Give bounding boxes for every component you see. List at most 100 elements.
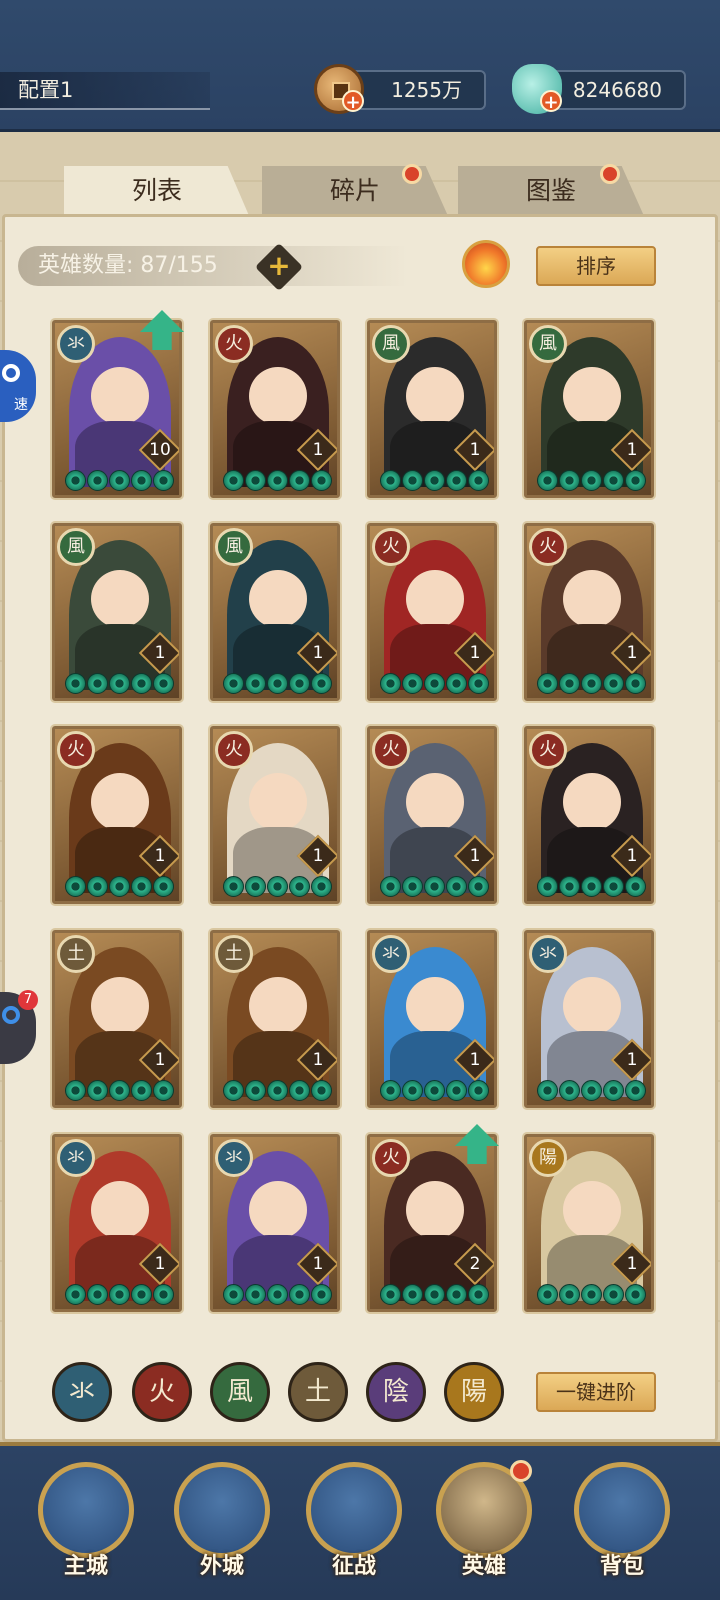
hero-stars: [380, 1080, 489, 1101]
jade-star-icon: [65, 1080, 86, 1101]
jade-star-icon: [537, 1080, 558, 1101]
hero-card[interactable]: 風1: [367, 320, 497, 498]
element-filter-button[interactable]: 氺: [52, 1362, 112, 1422]
palace-icon[interactable]: [38, 1462, 134, 1558]
element-icon: 火: [215, 325, 253, 363]
jade-star-icon: [223, 1080, 244, 1101]
hero-stars: [65, 1080, 174, 1101]
hero-card[interactable]: 火1: [52, 726, 182, 904]
hero-card[interactable]: 氺1: [524, 930, 654, 1108]
jade-star-icon: [402, 876, 423, 897]
jade-star-icon: [424, 673, 445, 694]
hero-stars: [223, 470, 332, 491]
jade-star-icon: [65, 876, 86, 897]
jade-star-icon: [131, 470, 152, 491]
hero-card[interactable]: 火1: [210, 726, 340, 904]
jade-star-icon: [87, 470, 108, 491]
element-filter-button[interactable]: 火: [132, 1362, 192, 1422]
jade-star-icon: [446, 1284, 467, 1305]
jade-star-icon: [223, 470, 244, 491]
add-jade-button[interactable]: +: [540, 90, 562, 113]
hero-card[interactable]: 風1: [524, 320, 654, 498]
hero-stars: [223, 1284, 332, 1305]
jade-star-icon: [223, 1284, 244, 1305]
jade-star-icon: [468, 673, 489, 694]
hero-card[interactable]: 陽1: [524, 1134, 654, 1312]
element-filter-button[interactable]: 陰: [366, 1362, 426, 1422]
jade-star-icon: [380, 1284, 401, 1305]
hero-card[interactable]: 氺1: [367, 930, 497, 1108]
add-coins-button[interactable]: +: [342, 90, 364, 113]
jade-star-icon: [380, 1080, 401, 1101]
element-icon: 土: [57, 935, 95, 973]
hero-stars: [537, 876, 646, 897]
nav-label: 背包: [599, 1554, 644, 1579]
sort-button[interactable]: 排序: [536, 246, 656, 286]
jade-star-icon: [311, 876, 332, 897]
jade-star-icon: [581, 470, 602, 491]
hero-stars: [65, 876, 174, 897]
jade-star-icon: [402, 1284, 423, 1305]
element-icon: 火: [372, 528, 410, 566]
hero-card[interactable]: 火1: [367, 726, 497, 904]
jade-star-icon: [468, 470, 489, 491]
jade-star-icon: [245, 876, 266, 897]
element-icon: 氺: [57, 1139, 95, 1177]
horn-icon[interactable]: [306, 1462, 402, 1558]
element-icon: 火: [372, 731, 410, 769]
jade-star-icon: [380, 876, 401, 897]
jade-star-icon: [267, 1284, 288, 1305]
jade-star-icon: [153, 1284, 174, 1305]
hero-card[interactable]: 火1: [524, 726, 654, 904]
hero-card[interactable]: 火1: [524, 523, 654, 701]
jade-star-icon: [446, 673, 467, 694]
hero-stars: [65, 1284, 174, 1305]
one-click-advance-button[interactable]: 一键进阶: [536, 1372, 656, 1412]
hero-card[interactable]: 風1: [52, 523, 182, 701]
jade-star-icon: [402, 470, 423, 491]
jade-star-icon: [537, 1284, 558, 1305]
hero-card[interactable]: 火1: [367, 523, 497, 701]
hero-stars: [380, 876, 489, 897]
bag-icon[interactable]: [574, 1462, 670, 1558]
jade-star-icon: [581, 1284, 602, 1305]
jade-star-icon: [65, 1284, 86, 1305]
jade-star-icon: [446, 1080, 467, 1101]
jade-star-icon: [289, 876, 310, 897]
fire-icon[interactable]: [462, 240, 510, 288]
element-icon: 火: [215, 731, 253, 769]
config-selector[interactable]: 配置1: [0, 72, 210, 110]
jade-star-icon: [537, 673, 558, 694]
element-filter-button[interactable]: 風: [210, 1362, 270, 1422]
jade-star-icon: [153, 1080, 174, 1101]
element-icon: 氺: [372, 935, 410, 973]
codex-notification-dot: [600, 164, 620, 184]
jade-star-icon: [131, 876, 152, 897]
jade-star-icon: [559, 1284, 580, 1305]
element-filter-button[interactable]: 陽: [444, 1362, 504, 1422]
jade-star-icon: [537, 876, 558, 897]
jade-star-icon: [446, 876, 467, 897]
hero-card[interactable]: 土1: [52, 930, 182, 1108]
jade-star-icon: [267, 673, 288, 694]
hero-card[interactable]: 土1: [210, 930, 340, 1108]
hero-stars: [223, 673, 332, 694]
hero-card[interactable]: 氺1: [52, 1134, 182, 1312]
hero-card[interactable]: 火1: [210, 320, 340, 498]
hero-stars: [65, 470, 174, 491]
nav-label: 英雄: [461, 1554, 506, 1579]
jade-star-icon: [311, 673, 332, 694]
jade-star-icon: [559, 1080, 580, 1101]
element-icon: 陽: [529, 1139, 567, 1177]
hero-card[interactable]: 氺1: [210, 1134, 340, 1312]
jade-star-icon: [603, 876, 624, 897]
city-gate-icon[interactable]: [174, 1462, 270, 1558]
expand-capacity-button[interactable]: +: [254, 242, 304, 292]
jade-star-icon: [559, 876, 580, 897]
jade-star-icon: [289, 470, 310, 491]
jade-star-icon: [311, 1080, 332, 1101]
element-filter-button[interactable]: 土: [288, 1362, 348, 1422]
tab-list[interactable]: 列表: [64, 166, 250, 218]
jade-star-icon: [245, 673, 266, 694]
hero-card[interactable]: 風1: [210, 523, 340, 701]
